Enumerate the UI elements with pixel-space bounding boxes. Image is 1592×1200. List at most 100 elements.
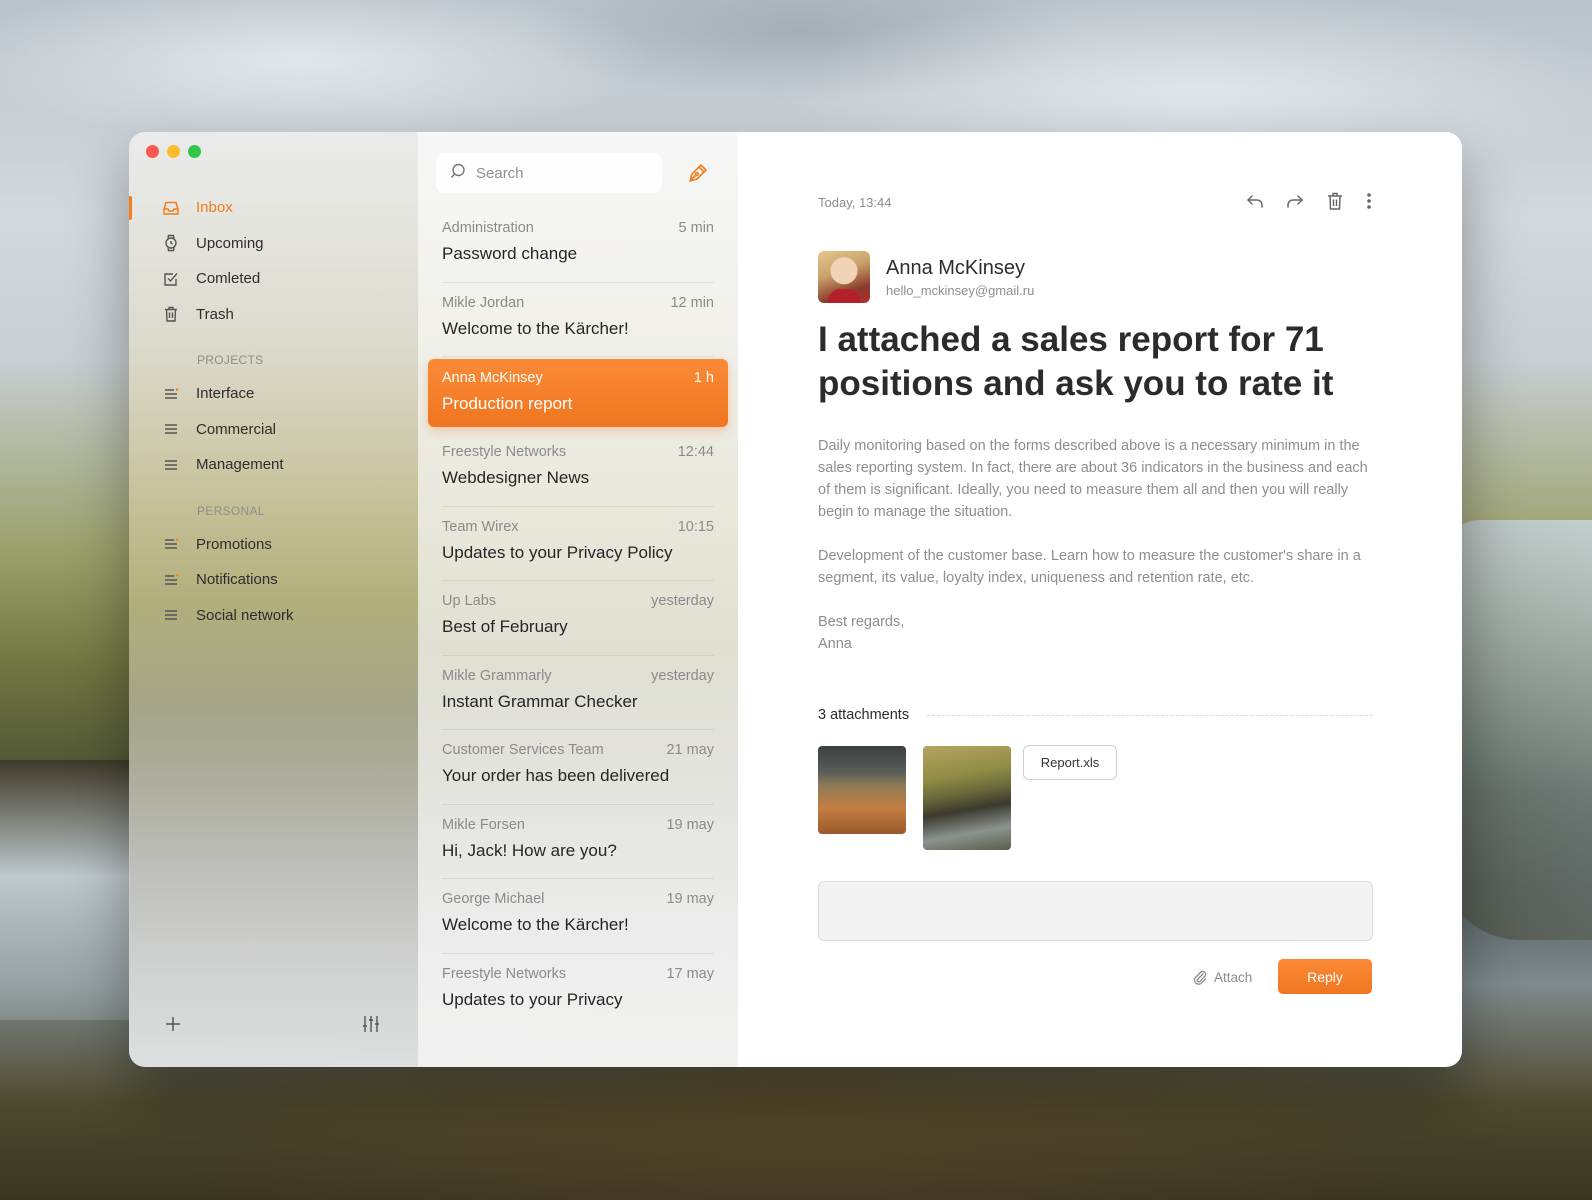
sender-text: Anna McKinsey hello_mckinsey@gmail.ru: [886, 257, 1034, 298]
mail-signature: Anna: [818, 636, 852, 652]
close-window-button[interactable]: [146, 145, 159, 158]
maximize-window-button[interactable]: [188, 145, 201, 158]
mail-time: 19 may: [666, 816, 714, 833]
mail-date: Today, 13:44: [818, 195, 892, 210]
mail-subject: Webdesigner News: [442, 468, 590, 487]
mail-time: 10:15: [677, 518, 714, 535]
mail-subject: Hi, Jack! How are you?: [442, 840, 617, 860]
sidebar-item-upcoming[interactable]: Upcoming: [129, 226, 418, 262]
sidebar-item-inbox[interactable]: Inbox: [129, 190, 418, 226]
list-icon: [162, 571, 180, 589]
mail-sender: Up Labs: [442, 593, 497, 609]
list-icon: [162, 420, 180, 438]
sidebar-item-label: Interface: [196, 385, 255, 403]
sidebar-item-social-network[interactable]: Social network: [129, 598, 418, 634]
trash-icon: [162, 305, 180, 323]
avatar: [818, 251, 870, 303]
list-item[interactable]: Mikle Grammarly yesterday Instant Gramma…: [442, 656, 714, 730]
mail-paragraph: Daily monitoring based on the forms desc…: [818, 438, 1368, 520]
mail-subject: Production report: [442, 394, 573, 413]
reply-icon[interactable]: [1243, 189, 1267, 213]
message-list: Administration 5 min Password change Mik…: [418, 132, 738, 1067]
inbox-icon: [162, 199, 180, 217]
mail-subject: Your order has been delivered: [442, 766, 670, 785]
list-item[interactable]: Freestyle Networks 17 may Updates to you…: [442, 954, 714, 1029]
forward-icon[interactable]: [1283, 189, 1307, 213]
sidebar-item-notifications[interactable]: Notifications: [129, 562, 418, 598]
mail-time: 5 min: [678, 220, 714, 236]
mail-time: 1 h: [693, 370, 714, 386]
list-item[interactable]: Customer Services Team 21 may Your order…: [442, 730, 714, 805]
checkbox-icon: [162, 270, 180, 288]
background-river: [1440, 520, 1592, 940]
mail-subject: Welcome to the Kärcher!: [442, 915, 629, 934]
section-title-personal: PERSONAL: [197, 503, 265, 518]
list-item[interactable]: Up Labs yesterday Best of February: [442, 581, 714, 656]
mail-sender: Freestyle Networks: [442, 965, 567, 982]
list-icon: [162, 456, 180, 474]
sidebar-item-completed[interactable]: Comleted: [129, 261, 418, 297]
section-title-projects: PROJECTS: [197, 353, 264, 367]
mail-signoff: Best regards,: [818, 614, 905, 630]
sidebar-footer: [129, 1005, 418, 1045]
list-icon: [162, 606, 180, 624]
reply-button[interactable]: Reply: [1278, 959, 1372, 994]
mail-subject: Password change: [442, 244, 578, 263]
list-item[interactable]: Team Wirex 10:15 Updates to your Privacy…: [442, 507, 714, 581]
sidebar-item-label: Upcoming: [196, 234, 264, 252]
list-item[interactable]: Mikle Jordan 12 min Welcome to the Kärch…: [442, 283, 714, 357]
mail-time: yesterday: [651, 667, 714, 684]
more-icon[interactable]: [1363, 189, 1375, 213]
search-input[interactable]: [476, 164, 646, 182]
sidebar-item-interface[interactable]: Interface: [129, 376, 418, 412]
search-box[interactable]: [436, 153, 662, 193]
sidebar-nav: Inbox Upcoming Comleted Trash PROJECTS I…: [129, 190, 418, 633]
sidebar-item-commercial[interactable]: Commercial: [129, 412, 418, 448]
mail-time: 12:44: [677, 444, 714, 460]
attachment-image-thumbnail[interactable]: [923, 746, 1011, 850]
mail-sender: Anna McKinsey: [442, 370, 543, 386]
attachment-image-thumbnail[interactable]: [818, 746, 906, 834]
list-icon: [162, 385, 180, 403]
sidebar-item-label: Comleted: [196, 270, 261, 288]
pen-icon[interactable]: [686, 161, 710, 185]
sliders-icon[interactable]: [360, 1013, 382, 1035]
trash-icon[interactable]: [1323, 189, 1347, 213]
list-item[interactable]: Administration 5 min Password change: [442, 208, 714, 283]
mail-sender: Customer Services Team: [442, 742, 604, 758]
sidebar-item-trash[interactable]: Trash: [129, 297, 418, 333]
sidebar-item-label: Social network: [196, 606, 294, 624]
attachment-file-chip[interactable]: Report.xls: [1023, 745, 1117, 780]
mail-sender: Mikle Grammarly: [442, 667, 552, 684]
mail-time: 17 may: [666, 965, 714, 982]
sidebar-item-management[interactable]: Management: [129, 447, 418, 483]
mail-subject: Welcome to the Kärcher!: [442, 318, 629, 338]
sidebar: Inbox Upcoming Comleted Trash PROJECTS I…: [129, 132, 418, 1067]
mail-sender: Team Wirex: [442, 518, 519, 535]
sidebar-item-label: Management: [196, 456, 284, 474]
sidebar-item-label: Inbox: [196, 199, 233, 217]
reply-textarea[interactable]: [818, 881, 1373, 941]
mail-sender: Freestyle Networks: [442, 444, 567, 460]
mail-sender: Mikle Jordan: [442, 294, 525, 311]
plus-icon[interactable]: [162, 1013, 184, 1035]
mail-subject: Updates to your Privacy: [442, 989, 623, 1009]
sidebar-item-label: Trash: [196, 305, 234, 323]
mail-app-window: Inbox Upcoming Comleted Trash PROJECTS I…: [129, 132, 1462, 1067]
minimize-window-button[interactable]: [167, 145, 180, 158]
list-item-selected[interactable]: Anna McKinsey 1 h Production report: [428, 359, 728, 427]
attachments-title: 3 attachments: [818, 707, 910, 723]
mail-headline: I attached a sales report for 71 positio…: [818, 320, 1334, 403]
background-waterfall: [0, 760, 130, 1020]
list-item[interactable]: Mikle Forsen 19 may Hi, Jack! How are yo…: [442, 805, 714, 879]
mail-time: 12 min: [670, 294, 714, 311]
sender-block: Anna McKinsey hello_mckinsey@gmail.ru: [818, 251, 1034, 303]
mail-time: 21 may: [666, 742, 714, 758]
sender-name: Anna McKinsey: [886, 256, 1025, 279]
list-item[interactable]: George Michael 19 may Welcome to the Kär…: [442, 879, 714, 954]
mail-subject: Best of February: [442, 617, 568, 636]
list-icon: [162, 535, 180, 553]
list-item[interactable]: Freestyle Networks 12:44 Webdesigner New…: [442, 432, 714, 507]
attach-button[interactable]: Attach: [1192, 965, 1252, 989]
sidebar-item-promotions[interactable]: Promotions: [129, 527, 418, 563]
